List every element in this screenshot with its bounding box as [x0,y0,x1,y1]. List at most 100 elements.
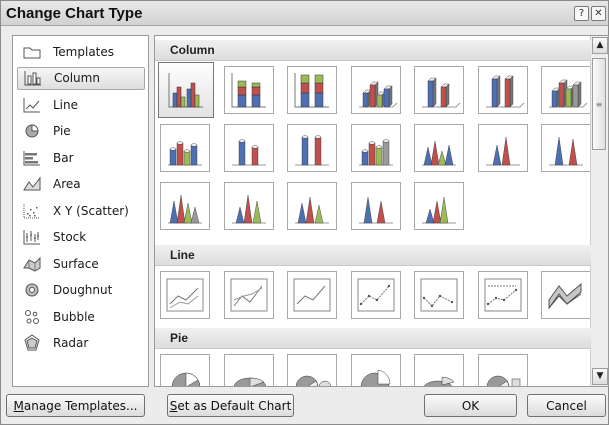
close-button[interactable]: ✕ [591,6,606,21]
dialog-title: Change Chart Type [6,5,143,22]
ok-button[interactable]: OK [424,394,517,417]
column-subtype-thumbnail[interactable] [350,182,401,230]
chart-type-label: Line [53,97,79,112]
chart-preview-icon [484,278,521,312]
chart-preview-icon [166,278,204,312]
column-subtype-thumbnail[interactable] [223,66,274,114]
set-default-chart-button[interactable]: Set as Default Chart [167,394,294,417]
chart-type-item-line[interactable]: Line [17,93,145,116]
chart-type-item-bubble[interactable]: Bubble [17,305,145,328]
help-button[interactable]: ? [574,6,589,21]
column-subtype-thumbnail[interactable] [477,124,528,172]
column-subtype-thumbnail[interactable] [287,182,337,230]
scroll-up-arrow-icon[interactable]: ▲ [592,37,608,54]
chart-type-label: Radar [53,336,89,350]
section-title: Column [170,43,215,57]
chart-type-item-pie[interactable]: Pie [17,120,145,143]
chart-type-label: X Y (Scatter) [53,203,129,218]
chart-type-label: Doughnut [53,283,113,297]
stock-chart-icon [22,228,42,246]
chart-preview-icon [420,278,458,312]
manage-templates-mnemonic: M [13,398,24,413]
radar-chart-icon [22,334,42,352]
chart-type-item-surface[interactable]: Surface [17,252,145,275]
column-subtype-thumbnail[interactable] [158,62,214,118]
chart-type-item-stock[interactable]: Stock [17,226,145,249]
chart-preview-icon [295,196,329,224]
line-subtype-thumbnail[interactable] [223,271,274,319]
column-subtype-thumbnail[interactable] [414,124,464,172]
pie-subtype-thumbnail[interactable] [414,354,464,386]
column-subtype-thumbnail[interactable] [541,66,591,114]
title-bar[interactable]: Change Chart Type ? ✕ [1,1,608,26]
scroll-thumb[interactable]: ≡ [592,58,606,150]
bar-chart-icon [22,149,42,167]
chart-preview-icon [485,136,520,166]
section-title: Pie [170,331,189,345]
pie-subtype-thumbnail[interactable] [477,354,528,386]
manage-templates-button[interactable]: Manage Templates... [6,394,145,417]
set-default-label: et as Default Chart [177,398,292,413]
column-subtype-thumbnail[interactable] [160,124,210,172]
pie-subtype-thumbnail[interactable] [287,354,337,386]
chart-type-label: Templates [53,44,115,59]
line-subtype-thumbnail[interactable] [160,271,210,319]
chart-preview-icon [230,278,267,312]
set-default-mnemonic: S [169,398,178,413]
gallery-scrollbar[interactable]: ▲ ≡ ▼ [590,36,608,386]
column-subtype-thumbnail[interactable] [414,182,464,230]
chart-preview-icon [231,73,266,108]
chart-type-item-bar[interactable]: Bar [17,146,145,169]
column-subtype-thumbnail[interactable] [223,124,274,172]
column-subtype-thumbnail[interactable] [287,66,337,114]
chart-preview-icon [358,139,393,166]
chart-preview-icon [168,194,202,224]
line-subtype-thumbnail[interactable] [477,271,528,319]
chart-preview-icon [295,135,329,166]
chart-preview-icon [231,139,266,166]
chart-preview-icon [233,377,266,386]
section-title: Line [170,248,195,262]
column-subtype-thumbnail[interactable] [414,66,464,114]
section-header-line: Line [155,245,591,266]
chart-type-label: Bubble [53,309,95,324]
column-subtype-thumbnail[interactable] [160,182,210,230]
column-subtype-thumbnail[interactable] [541,124,591,172]
chart-type-label: Area [53,177,81,191]
line-subtype-thumbnail[interactable] [414,271,464,319]
chart-type-item-doughnut[interactable]: Doughnut [17,279,145,302]
pie-chart-icon [22,122,42,140]
chart-preview-icon [422,196,456,224]
column-subtype-thumbnail[interactable] [350,124,401,172]
chart-preview-icon [485,75,524,108]
scroll-down-arrow-icon[interactable]: ▼ [592,368,608,385]
line-subtype-thumbnail[interactable] [541,271,591,319]
pie-subtype-thumbnail[interactable] [223,354,274,386]
pie-subtype-thumbnail[interactable] [160,354,210,386]
column-subtype-thumbnail[interactable] [477,66,528,114]
chart-preview-icon [423,376,455,386]
chart-preview-icon [293,278,331,312]
chart-type-item-radar[interactable]: Radar [17,332,145,355]
pie-subtype-thumbnail[interactable] [350,354,401,386]
chart-preview-icon [358,196,393,224]
chart-type-item-area[interactable]: Area [17,173,145,196]
chart-type-item-templates[interactable]: Templates [17,40,145,63]
chart-type-item-column[interactable]: Column [17,66,145,90]
line-chart-icon [22,96,42,114]
chart-type-label: Surface [53,256,99,271]
chart-type-label: Stock [53,230,87,244]
chart-type-item-x-y-scatter[interactable]: X Y (Scatter) [17,199,145,222]
column-subtype-thumbnail[interactable] [350,66,401,114]
column-subtype-thumbnail[interactable] [287,124,337,172]
chart-subtype-gallery: ▲ ≡ ▼ Column Line Pie [154,35,609,387]
chart-preview-icon [168,73,203,108]
chart-preview-icon [294,73,329,108]
chart-preview-icon [358,81,397,108]
scatter-chart-icon [22,202,42,220]
line-subtype-thumbnail[interactable] [350,271,401,319]
column-subtype-thumbnail[interactable] [223,182,274,230]
chart-type-label: Pie [53,124,71,138]
line-subtype-thumbnail[interactable] [287,271,337,319]
cancel-button[interactable]: Cancel [527,394,606,417]
